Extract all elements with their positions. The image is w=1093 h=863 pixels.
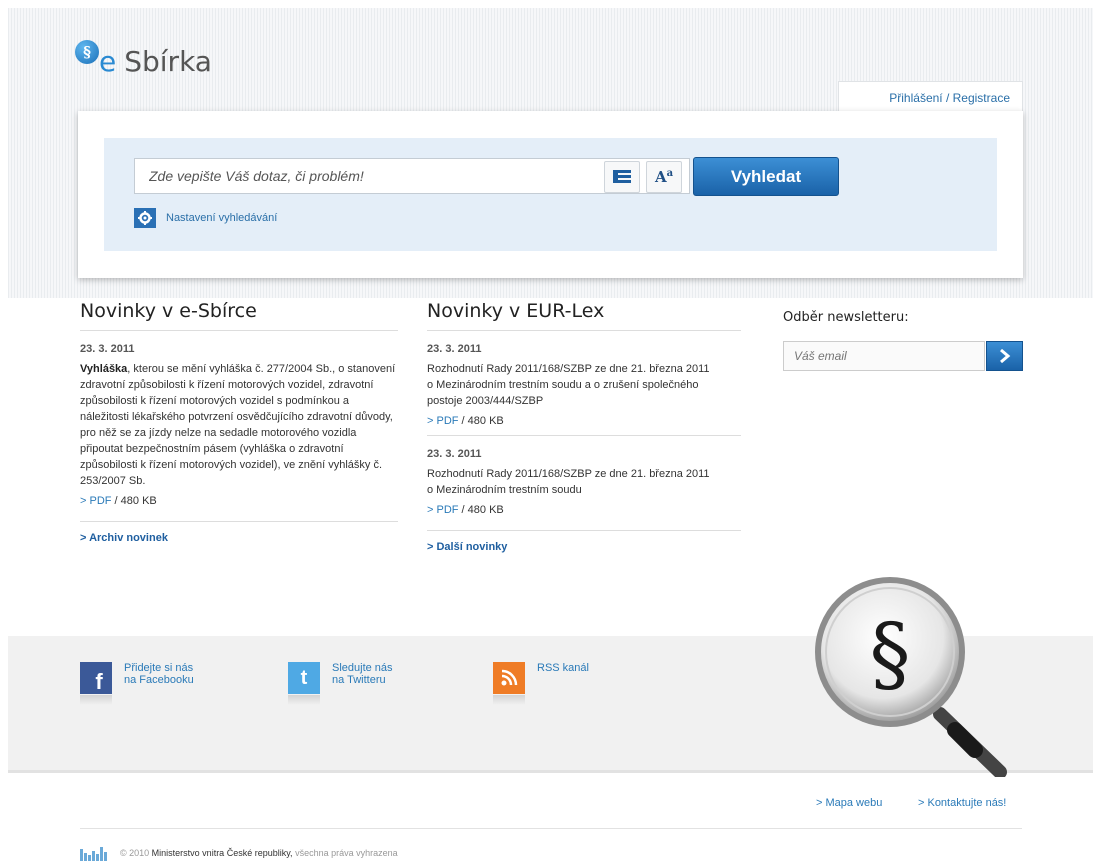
footer-divider [80,828,1022,829]
twitter-label-line2: na Twitteru [332,674,386,686]
twitter-link[interactable]: t Sledujte nás na Twitteru [288,662,393,705]
newsletter-submit-button[interactable] [986,341,1023,371]
search-settings-link[interactable]: Nastavení vyhledávání [134,208,277,228]
twitter-icon: t [288,662,320,705]
login-register-link[interactable]: Přihlášení / Registrace [838,81,1023,112]
twitter-label-line1: Sledujte nás [332,662,393,674]
search-settings-label: Nastavení vyhledávání [166,212,278,224]
pdf-link[interactable]: > PDF [427,504,458,516]
paragraph-symbol: § [870,607,911,702]
rss-label: RSS kanál [537,662,589,674]
magnifier-illustration: § [815,577,1007,777]
facebook-label: Přidejte si nás na Facebooku [124,662,194,694]
newsletter-title: Odběr newsletteru: [783,310,909,325]
divider [80,521,398,522]
news-text: Rozhodnutí Rady 2011/168/SZBP ze dne 21.… [427,468,710,496]
search-button[interactable]: Vyhledat [693,157,839,196]
more-news-link[interactable]: > Další novinky [427,541,741,553]
paragraph-badge-icon: § [75,40,99,64]
news-date: 23. 3. 2011 [80,343,135,355]
ministry-logo-icon [80,847,107,861]
facebook-icon: f [80,662,112,705]
rss-icon [493,662,525,705]
rights-text: všechna práva vyhrazena [295,848,398,858]
newsletter-section: Odběr newsletteru: [783,310,1023,371]
news-pdf-row: > PDF / 480 KB [427,415,741,427]
news-pdf-row: > PDF / 480 KB [80,495,398,507]
font-size-icon: Aa [654,168,674,186]
news-esbirka-section: Novinky v e-Sbírce 23. 3. 2011 Vyhláška,… [80,300,398,544]
rss-link[interactable]: RSS kanál [493,662,589,705]
contact-link[interactable]: > Kontaktujte nás! [918,797,1006,809]
chevron-right-icon [999,349,1010,363]
news-eurlex-section: Novinky v EUR-Lex 23. 3. 2011 Rozhodnutí… [427,300,741,553]
ministry-name: Ministerstvo vnitra České republiky, [151,848,293,858]
divider [427,435,741,436]
news-date: 23. 3. 2011 [427,343,482,355]
news-esbirka-title: Novinky v e-Sbírce [80,300,398,331]
font-size-button[interactable]: Aa [646,161,682,193]
pdf-link[interactable]: > PDF [427,415,458,427]
divider [427,530,741,531]
copyright: © 2010 [120,848,150,858]
search-panel: Aa Vyhledat Nastavení vyhledávání [78,111,1023,278]
newsletter-email-input[interactable] [783,341,985,371]
search-box: Aa Vyhledat Nastavení vyhledávání [104,138,997,251]
list-icon [613,170,631,183]
facebook-label-line2: na Facebooku [124,674,194,686]
facebook-label-line1: Přidejte si nás [124,662,194,674]
footer-text: © 2010 Ministerstvo vnitra České republi… [120,848,398,858]
news-eurlex-title: Novinky v EUR-Lex [427,300,741,331]
news-archive-link[interactable]: > Archiv novinek [80,532,398,544]
pdf-link[interactable]: > PDF [80,495,111,507]
sitemap-link[interactable]: > Mapa webu [816,797,882,809]
news-lead: Vyhláška [80,363,128,375]
news-body: , kterou se mění vyhláška č. 277/2004 Sb… [80,363,396,487]
footer: © 2010 Ministerstvo vnitra České republi… [80,845,398,861]
file-size: / 480 KB [461,415,504,427]
news-pdf-row: > PDF / 480 KB [427,504,741,516]
gear-icon [134,208,156,228]
file-size: / 480 KB [461,504,504,516]
file-size: / 480 KB [114,495,157,507]
news-text: Vyhláška, kterou se mění vyhláška č. 277… [80,361,398,489]
logo-e: e [99,45,117,78]
logo-text: Sbírka [124,45,212,78]
logo[interactable]: § e Sbírka [75,38,212,78]
facebook-link[interactable]: f Přidejte si nás na Facebooku [80,662,194,705]
news-date: 23. 3. 2011 [427,448,482,460]
twitter-label: Sledujte nás na Twitteru [332,662,393,694]
news-text: Rozhodnutí Rady 2011/168/SZBP ze dne 21.… [427,363,710,407]
list-view-button[interactable] [604,161,640,193]
